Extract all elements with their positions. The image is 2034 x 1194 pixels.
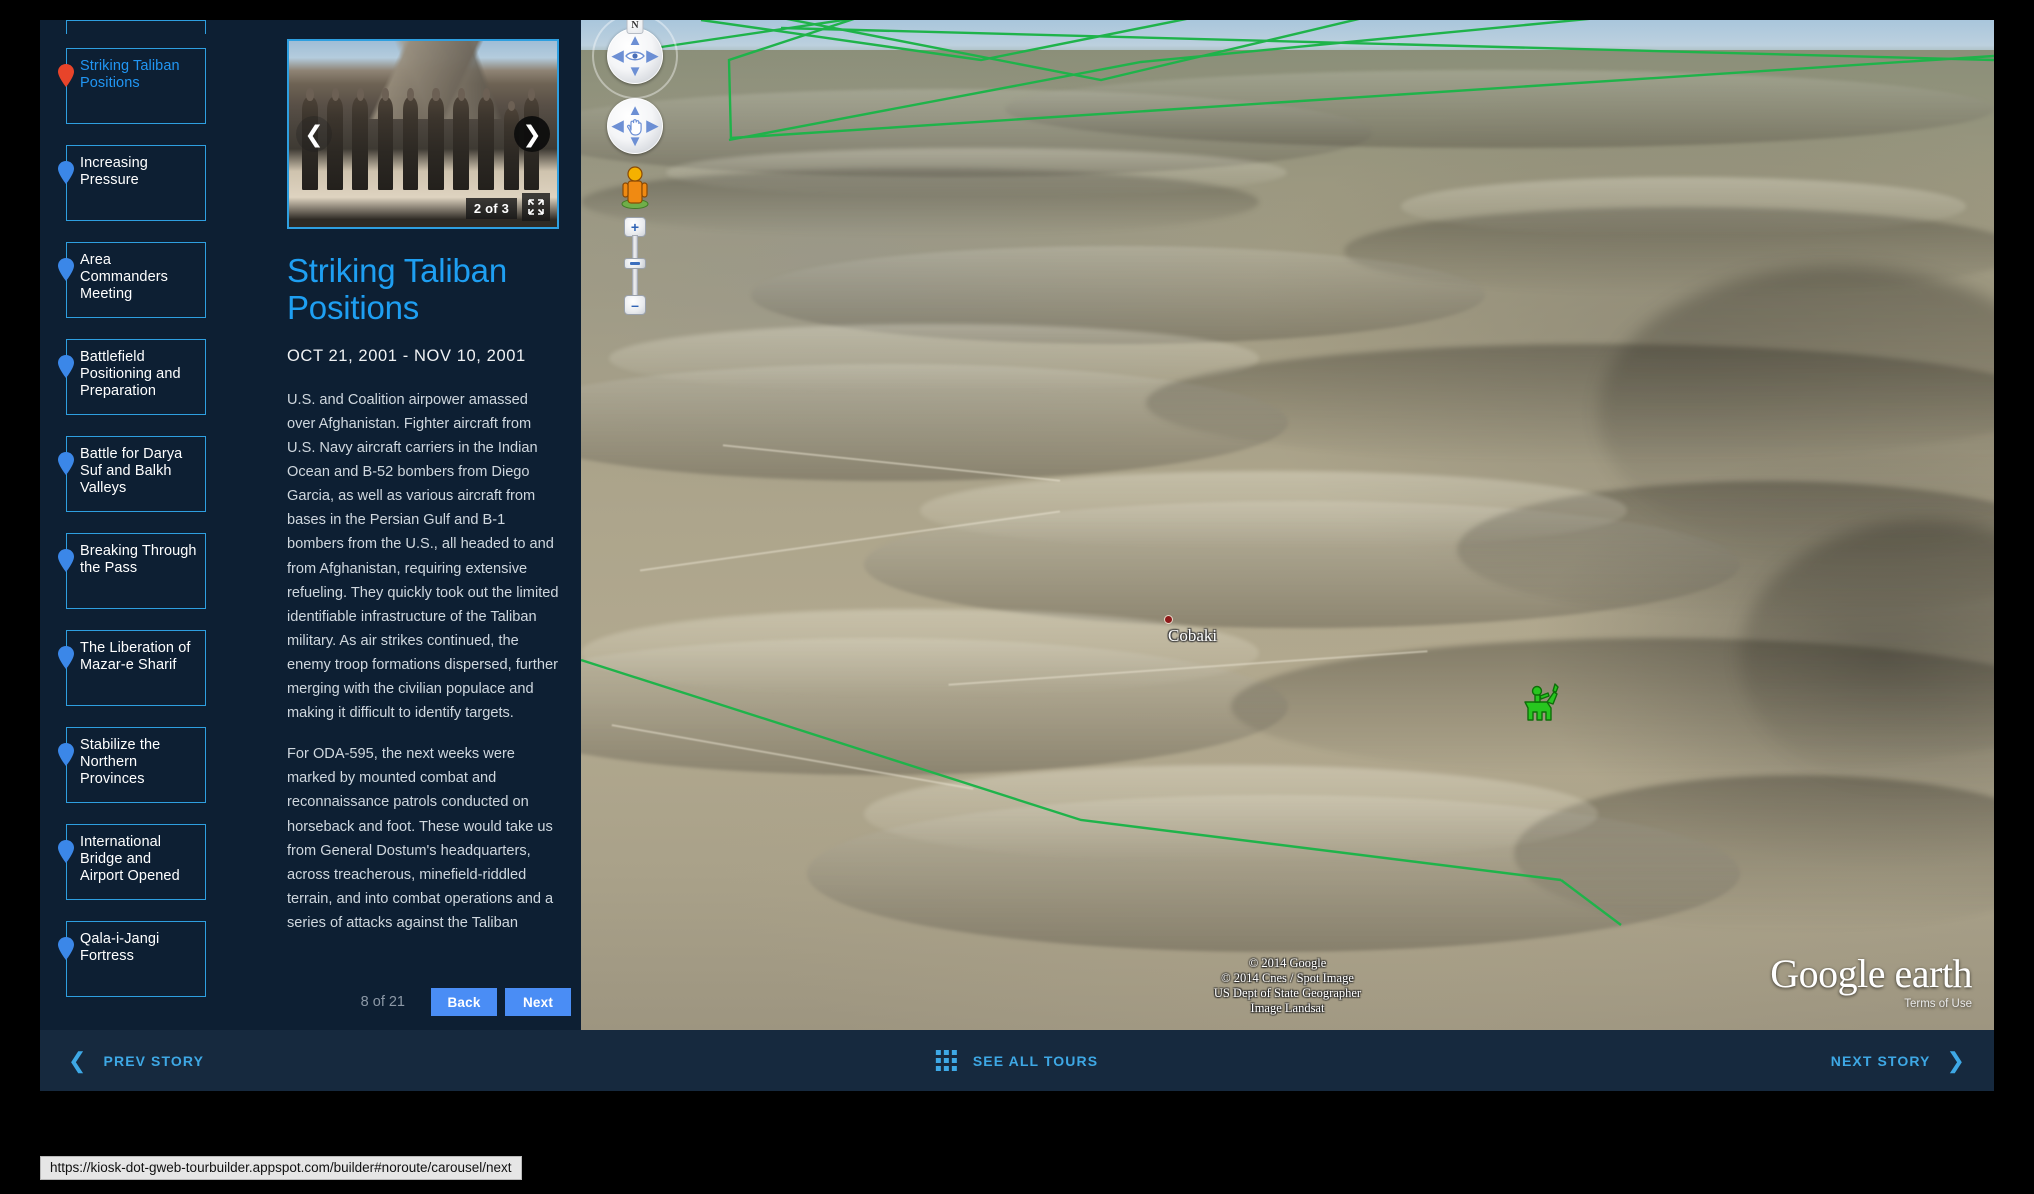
see-all-tours-button[interactable]: SEE ALL TOURS [935, 1050, 1099, 1071]
map-icon-horseman[interactable] [1511, 680, 1563, 733]
placemark-label: Cobaki [1168, 626, 1218, 645]
story-date-range: OCT 21, 2001 - NOV 10, 2001 [287, 346, 526, 365]
map-pin-icon [57, 840, 75, 863]
pegman-icon[interactable] [618, 163, 652, 209]
terms-of-use-link[interactable]: Terms of Use [1770, 998, 1972, 1010]
horse-rider-icon [1524, 683, 1559, 721]
sidebar-chapter-label: Stabilize the Northern Provinces [80, 737, 161, 787]
look-right-arrow[interactable]: ▶ [646, 49, 658, 64]
sidebar-chapter-label: Qala-i-Jangi Fortress [80, 931, 160, 964]
sidebar-chapter-item[interactable]: Striking Taliban Positions [58, 48, 206, 124]
zoom-in-button[interactable]: + [624, 217, 646, 237]
compass-north-button[interactable]: N [626, 20, 644, 34]
next-story-button[interactable]: NEXT STORY ❯ [1830, 1047, 1966, 1073]
sidebar-chapter-label: Breaking Through the Pass [80, 543, 197, 576]
sidebar-chapter-item[interactable]: Qala-i-Jangi Fortress [58, 921, 206, 997]
earth-navigation-controls[interactable]: ▲ ▼ ◀ ▶ N ▲ ▼ ◀ ▶ + – [592, 20, 678, 315]
story-paragraph: For ODA-595, the next weeks were marked … [287, 746, 554, 931]
map-pin-icon [57, 743, 75, 766]
sidebar-chapter-item[interactable] [66, 20, 206, 34]
sidebar-chapter-item[interactable]: Increasing Pressure [58, 145, 206, 221]
carousel-next-button[interactable]: ❯ [514, 116, 550, 152]
chevron-left-icon: ❮ [68, 1047, 88, 1073]
sidebar-chapter-label: Striking Taliban Positions [80, 58, 180, 91]
map-pin-icon [57, 937, 75, 960]
chapter-sidebar[interactable]: Striking Taliban Positions Increasing Pre… [40, 20, 268, 1030]
sidebar-chapter-item[interactable]: Battle for Darya Suf and Balkh Valleys [58, 436, 206, 512]
google-earth-map[interactable]: ▲ ▼ ◀ ▶ N ▲ ▼ ◀ ▶ + – Cobaki © 2014 Goog… [581, 20, 1994, 1030]
expand-icon [528, 199, 544, 215]
story-paragraph: U.S. and Coalition airpower amassed over… [287, 391, 559, 722]
grid-icon [935, 1050, 957, 1071]
story-navigation: 8 of 21 Back Next [268, 974, 581, 1030]
back-button[interactable]: Back [431, 988, 497, 1016]
move-right-arrow[interactable]: ▶ [646, 119, 658, 134]
chevron-left-icon: ❮ [304, 120, 324, 147]
map-pin-icon [57, 452, 75, 475]
story-title: Striking Taliban Positions [287, 252, 507, 326]
map-pin-icon [57, 161, 75, 184]
map-pin-icon [57, 258, 75, 281]
move-left-arrow[interactable]: ◀ [612, 119, 624, 134]
photo-figures [297, 88, 549, 190]
chevron-right-icon: ❯ [522, 120, 542, 147]
story-panel: ❮ ❯ 2 of 3 Striking Taliban Positions OC… [268, 20, 581, 1030]
story-body: U.S. and Coalition airpower amassed over… [287, 388, 559, 935]
sidebar-chapter-label: Battle for Darya Suf and Balkh Valleys [80, 446, 183, 496]
zoom-slider[interactable]: + – [624, 217, 646, 315]
zoom-thumb[interactable] [624, 258, 646, 269]
carousel-expand-button[interactable] [522, 193, 550, 221]
sidebar-chapter-item[interactable]: Area Commanders Meeting [58, 242, 206, 318]
image-carousel[interactable]: ❮ ❯ 2 of 3 [287, 39, 559, 229]
look-control[interactable]: ▲ ▼ ◀ ▶ N [592, 20, 678, 99]
map-pin-icon [57, 355, 75, 378]
next-button[interactable]: Next [505, 988, 571, 1016]
sidebar-chapter-label: Area Commanders Meeting [80, 252, 169, 302]
sidebar-chapter-label: International Bridge and Airport Opened [80, 834, 180, 884]
google-earth-wordmark: Google earth [1770, 951, 1972, 996]
see-all-tours-label: SEE ALL TOURS [972, 1052, 1099, 1069]
attribution-line: © 2014 Cnes / Spot Image [1221, 971, 1354, 985]
sidebar-chapter-item[interactable]: International Bridge and Airport Opened [58, 824, 206, 900]
zoom-out-button[interactable]: – [624, 295, 646, 315]
map-pin-icon-active [57, 64, 75, 87]
sidebar-chapter-item[interactable]: The Liberation of Mazar-e Sharif [58, 630, 206, 706]
sidebar-chapter-item[interactable]: Battlefield Positioning and Preparation [58, 339, 206, 415]
sidebar-chapter-item[interactable]: Stabilize the Northern Provinces [58, 727, 206, 803]
carousel-prev-button[interactable]: ❮ [296, 116, 332, 152]
screen: Striking Taliban Positions Increasing Pre… [0, 0, 2034, 1194]
look-joystick[interactable]: ▲ ▼ ◀ ▶ [607, 28, 663, 84]
placemark-dot [1164, 615, 1173, 624]
attribution-line: © 2014 Google [1248, 956, 1327, 970]
carousel-counter: 2 of 3 [465, 198, 517, 219]
map-placemark-cobaki[interactable]: Cobaki [1164, 615, 1217, 645]
move-control[interactable]: ▲ ▼ ◀ ▶ [607, 98, 663, 154]
move-joystick[interactable]: ▲ ▼ ◀ ▶ [607, 98, 663, 154]
hand-icon [624, 115, 646, 137]
google-earth-logo: Google earth Terms of Use [1770, 950, 1972, 1010]
prev-story-button[interactable]: ❮ PREV STORY [68, 1047, 205, 1073]
map-pin-icon [57, 549, 75, 572]
bottom-navigation-bar: ❮ PREV STORY SEE ALL TOURS NEXT STORY ❯ [40, 1030, 1994, 1091]
map-attribution: © 2014 Google © 2014 Cnes / Spot Image U… [1214, 956, 1361, 1016]
story-scroll-fade [268, 930, 581, 974]
chevron-right-icon: ❯ [1946, 1047, 1966, 1073]
eye-icon [624, 45, 646, 67]
story-page-counter: 8 of 21 [360, 994, 405, 1010]
sidebar-chapter-label: Increasing Pressure [80, 155, 148, 188]
tour-builder-app: Striking Taliban Positions Increasing Pre… [40, 20, 1994, 1091]
look-left-arrow[interactable]: ◀ [612, 49, 624, 64]
browser-status-bar: https://kiosk-dot-gweb-tourbuilder.appsp… [40, 1156, 522, 1180]
map-pin-icon [57, 646, 75, 669]
sidebar-chapter-label: The Liberation of Mazar-e Sharif [80, 640, 191, 673]
attribution-line: US Dept of State Geographer [1213, 986, 1362, 1000]
next-story-label: NEXT STORY [1830, 1052, 1931, 1069]
sidebar-chapter-label: Battlefield Positioning and Preparation [80, 349, 181, 399]
sidebar-chapter-item[interactable]: Breaking Through the Pass [58, 533, 206, 609]
map-terrain [581, 50, 1994, 1030]
attribution-line: Image Landsat [1250, 1001, 1325, 1015]
prev-story-label: PREV STORY [103, 1052, 205, 1069]
